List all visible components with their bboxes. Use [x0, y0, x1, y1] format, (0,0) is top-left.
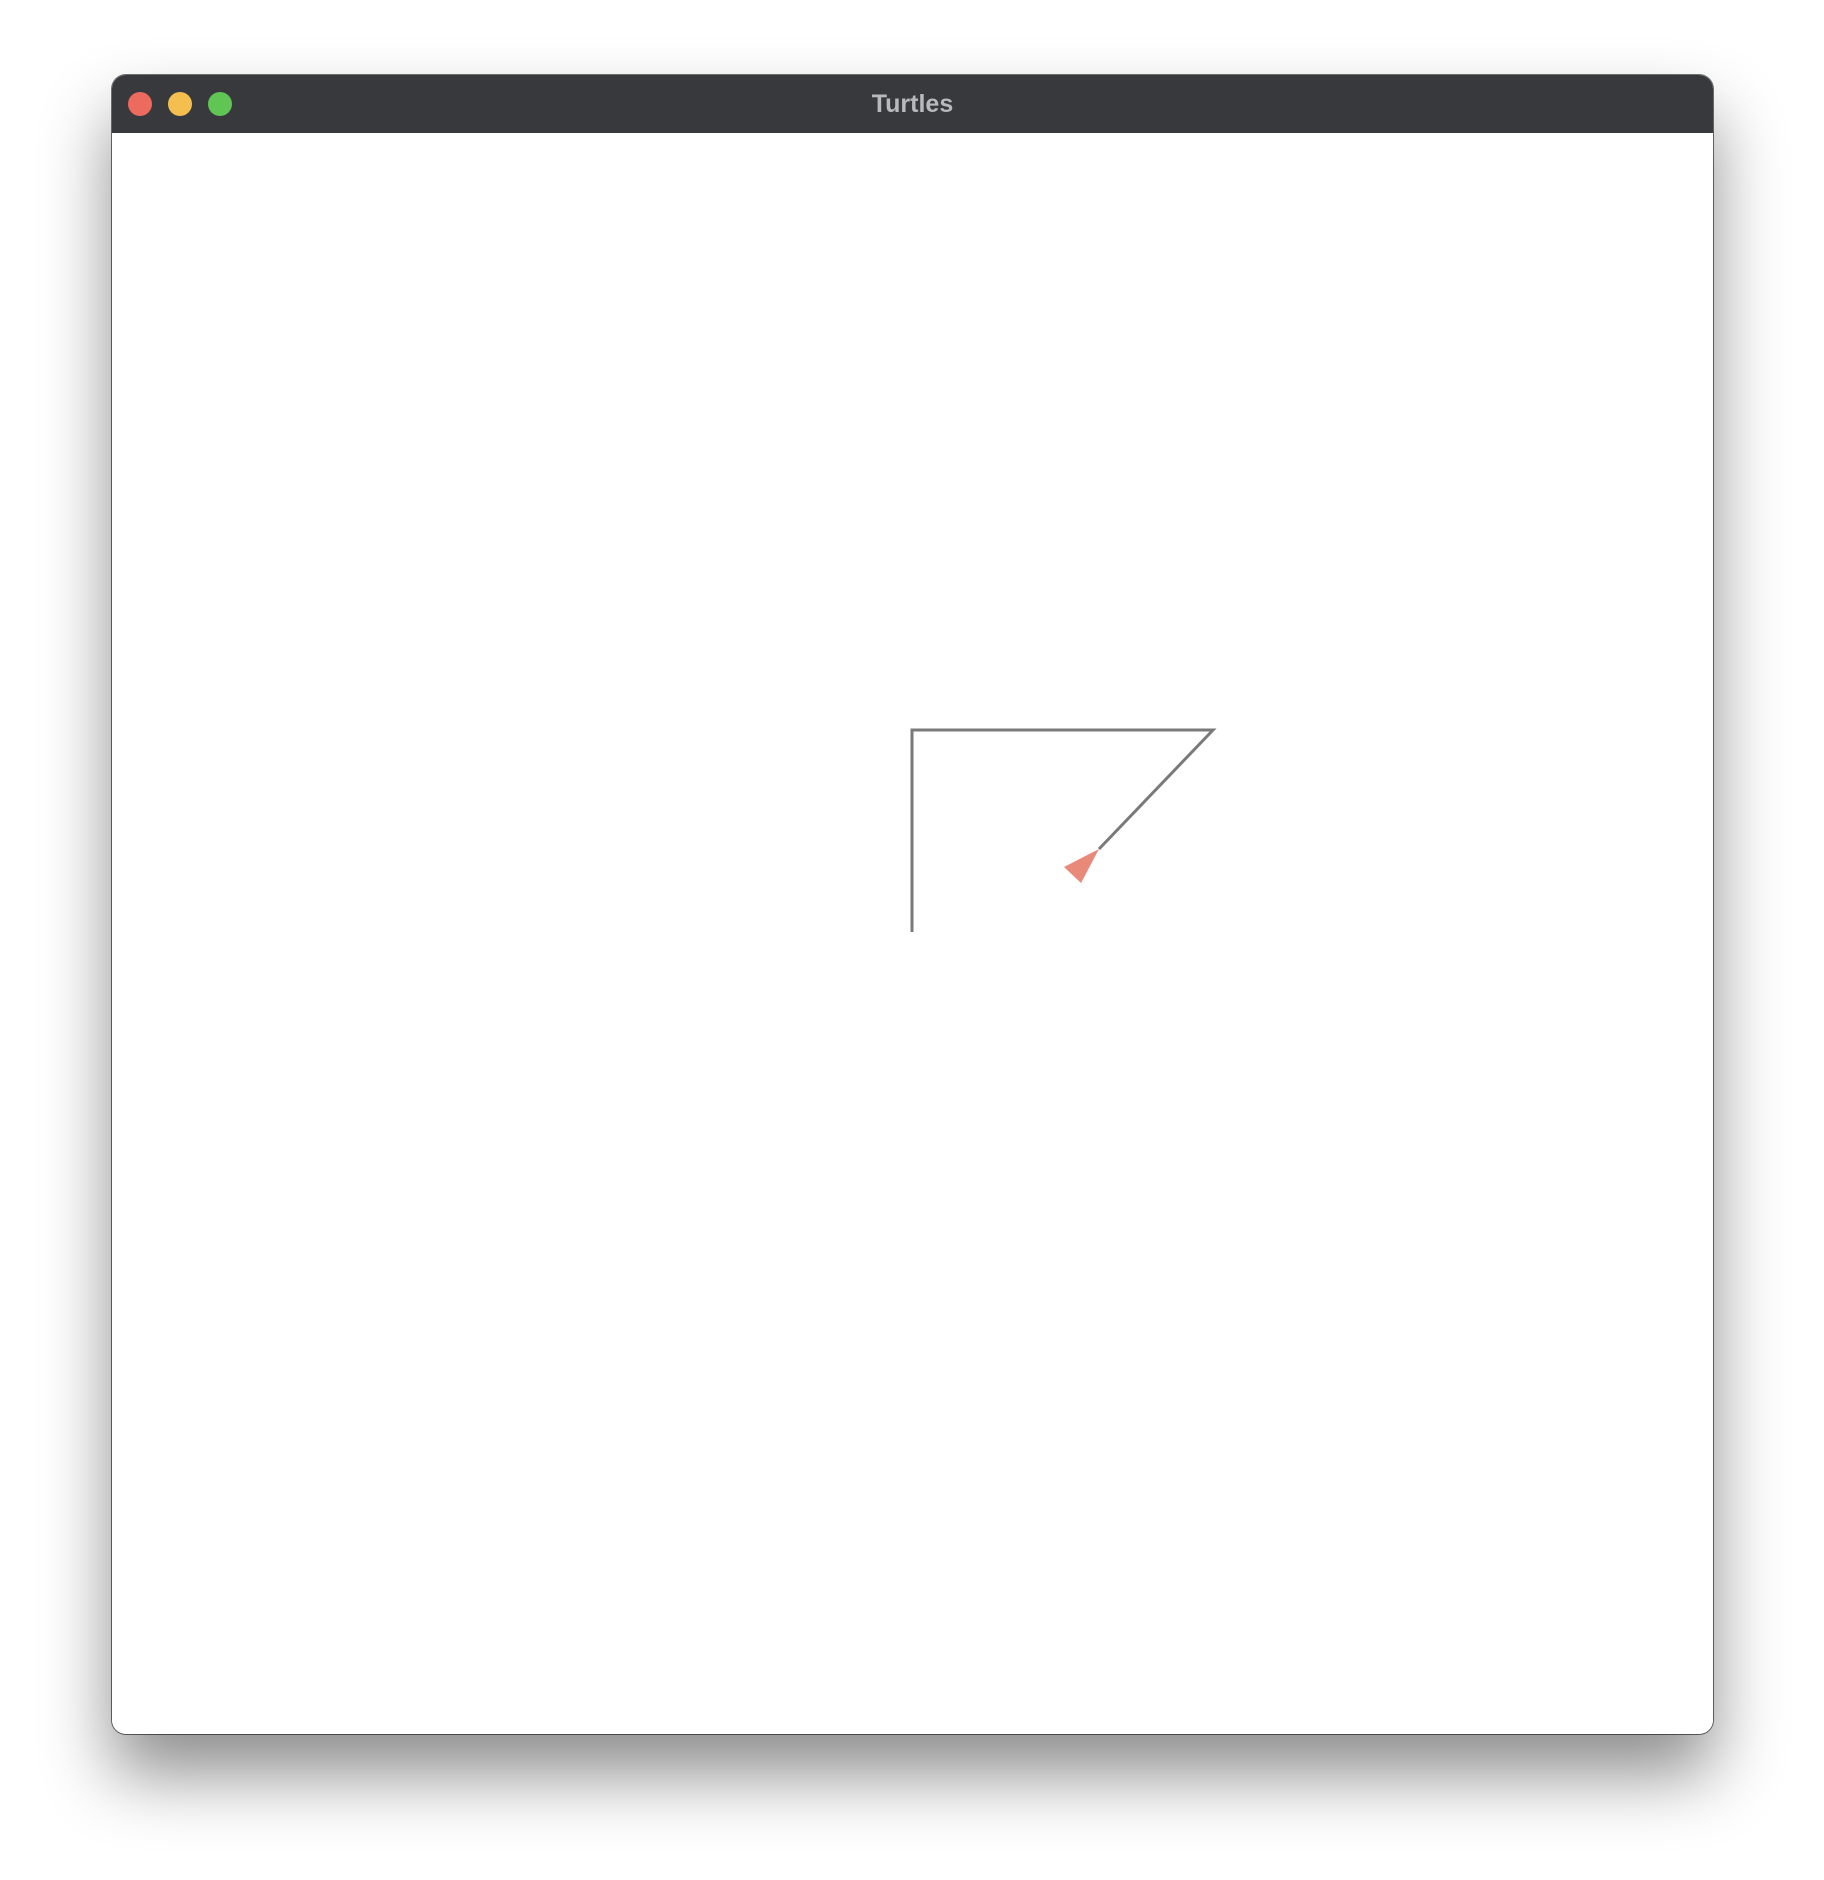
turtle-window: Turtles [112, 75, 1713, 1734]
turtle-canvas [112, 133, 1713, 1734]
drawing-surface [910, 728, 1217, 932]
turtle-cursor-icon [1064, 849, 1099, 883]
pen-trail [910, 728, 1217, 932]
window-title: Turtles [871, 90, 954, 118]
title-bar[interactable]: Turtles [112, 75, 1713, 134]
